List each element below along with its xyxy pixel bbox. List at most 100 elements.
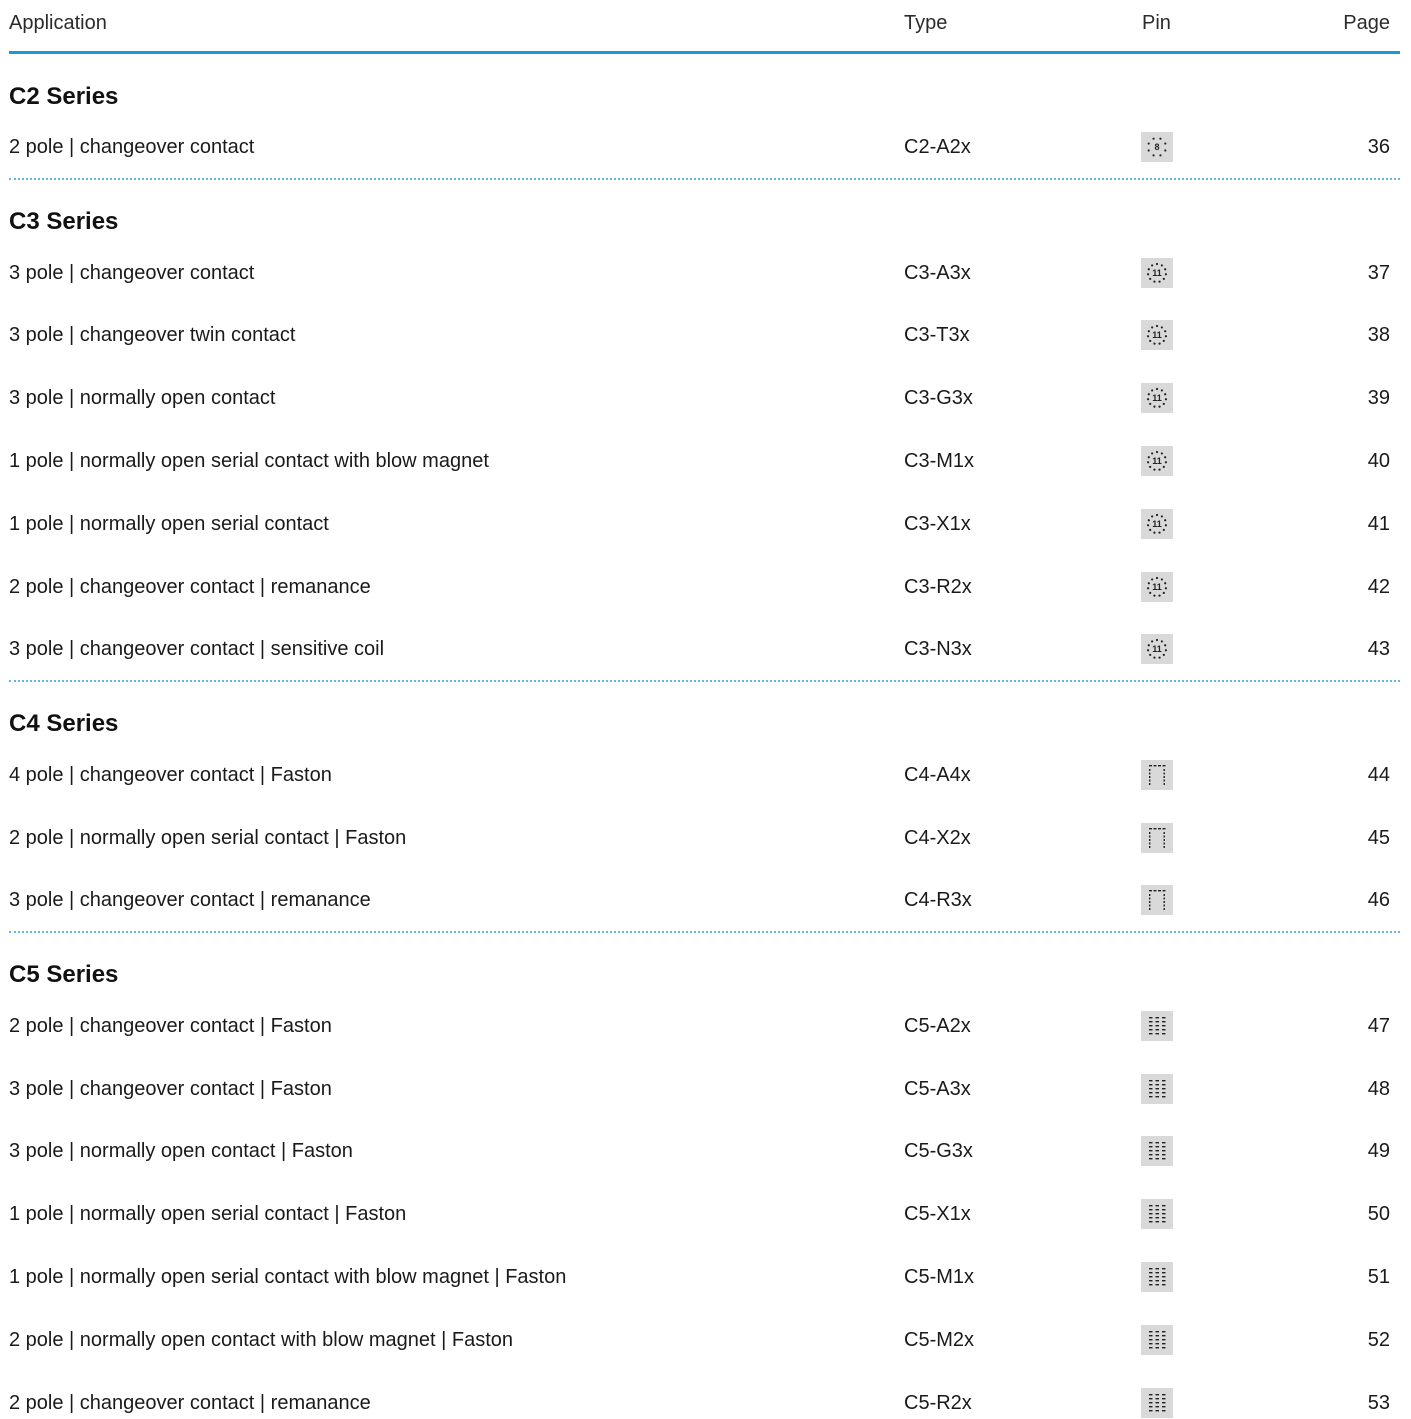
table-row[interactable]: 3 pole | normally open contact | Faston …	[9, 1136, 1400, 1167]
page-cell[interactable]: 43	[1368, 638, 1390, 661]
type-cell: C3-N3x	[904, 638, 972, 660]
section-divider	[9, 178, 1400, 180]
type-cell: C4-R3x	[904, 889, 972, 911]
application-cell: 2 pole | changeover contact	[9, 136, 255, 158]
svg-text:11: 11	[1152, 330, 1162, 340]
table-row[interactable]: 1 pole | normally open serial contact wi…	[9, 446, 1400, 477]
svg-text:8: 8	[1154, 142, 1159, 152]
application-cell: 3 pole | changeover contact | remanance	[9, 889, 371, 911]
table-row[interactable]: 3 pole | changeover contact C3-A3x 11 37	[9, 258, 1400, 289]
type-cell: C5-A2x	[904, 1015, 971, 1037]
pin-grid-c4-icon	[1141, 760, 1173, 790]
table-header: Application Type Pin Page	[9, 0, 1400, 54]
table-row[interactable]: 3 pole | changeover twin contact C3-T3x …	[9, 320, 1400, 351]
type-cell: C4-A4x	[904, 764, 971, 786]
application-cell: 1 pole | normally open serial contact wi…	[9, 1266, 567, 1288]
application-cell: 2 pole | normally open contact with blow…	[9, 1329, 513, 1351]
pin-11-round-icon: 11	[1141, 320, 1173, 350]
application-cell: 4 pole | changeover contact | Faston	[9, 764, 332, 786]
pin-grid-c5-icon	[1141, 1325, 1173, 1355]
type-cell: C4-X2x	[904, 827, 971, 849]
table-row[interactable]: 1 pole | normally open serial contact | …	[9, 1199, 1400, 1230]
page-cell[interactable]: 47	[1368, 1015, 1390, 1038]
page-cell[interactable]: 39	[1368, 387, 1390, 410]
type-cell: C5-G3x	[904, 1140, 973, 1162]
table-row[interactable]: 3 pole | changeover contact | Faston C5-…	[9, 1074, 1400, 1105]
svg-text:11: 11	[1152, 582, 1162, 592]
svg-text:11: 11	[1152, 268, 1162, 278]
table-row[interactable]: 2 pole | normally open contact with blow…	[9, 1325, 1400, 1356]
table-row[interactable]: 2 pole | changeover contact | Faston C5-…	[9, 1011, 1400, 1042]
application-cell: 1 pole | normally open serial contact	[9, 513, 329, 535]
page-cell[interactable]: 52	[1368, 1329, 1390, 1352]
pin-grid-c5-icon	[1141, 1388, 1173, 1418]
pin-grid-c4-icon	[1141, 885, 1173, 915]
header-application: Application	[9, 12, 107, 34]
pin-grid-c4-icon	[1141, 823, 1173, 853]
type-cell: C3-X1x	[904, 513, 971, 535]
pin-grid-c5-icon	[1141, 1136, 1173, 1166]
page-cell[interactable]: 41	[1368, 513, 1390, 536]
series-title-c4: C4 Series	[9, 710, 119, 737]
table-row[interactable]: 3 pole | changeover contact | sensitive …	[9, 634, 1400, 665]
application-cell: 2 pole | changeover contact | Faston	[9, 1015, 332, 1037]
page-cell[interactable]: 40	[1368, 450, 1390, 473]
page-cell[interactable]: 45	[1368, 827, 1390, 850]
series-title-c3: C3 Series	[9, 208, 119, 235]
page-cell[interactable]: 38	[1368, 324, 1390, 347]
application-cell: 1 pole | normally open serial contact wi…	[9, 450, 489, 472]
table-row[interactable]: 3 pole | changeover contact | remanance …	[9, 885, 1400, 916]
pin-grid-c5-icon	[1141, 1199, 1173, 1229]
page-cell[interactable]: 48	[1368, 1078, 1390, 1101]
table-row[interactable]: 2 pole | changeover contact C2-A2x 8 36	[9, 132, 1400, 163]
table-row[interactable]: 4 pole | changeover contact | Faston C4-…	[9, 760, 1400, 791]
page-cell[interactable]: 51	[1368, 1266, 1390, 1289]
table-row[interactable]: 3 pole | normally open contact C3-G3x 11…	[9, 383, 1400, 414]
application-cell: 3 pole | changeover contact	[9, 262, 255, 284]
page-cell[interactable]: 53	[1368, 1392, 1390, 1415]
type-cell: C3-R2x	[904, 576, 972, 598]
table-row[interactable]: 2 pole | normally open serial contact | …	[9, 823, 1400, 854]
page-cell[interactable]: 36	[1368, 136, 1390, 159]
type-cell: C2-A2x	[904, 136, 971, 158]
section-divider	[9, 680, 1400, 682]
application-cell: 3 pole | changeover twin contact	[9, 324, 296, 346]
pin-11-round-icon: 11	[1141, 572, 1173, 602]
pin-11-round-icon: 11	[1141, 509, 1173, 539]
application-cell: 3 pole | changeover contact | Faston	[9, 1078, 332, 1100]
pin-grid-c5-icon	[1141, 1074, 1173, 1104]
svg-text:11: 11	[1152, 393, 1162, 403]
table-row[interactable]: 2 pole | changeover contact | remanance …	[9, 1388, 1400, 1419]
application-cell: 3 pole | normally open contact	[9, 387, 276, 409]
page-cell[interactable]: 50	[1368, 1203, 1390, 1226]
application-cell: 1 pole | normally open serial contact | …	[9, 1203, 407, 1225]
pin-11-round-icon: 11	[1141, 258, 1173, 288]
svg-text:11: 11	[1152, 519, 1162, 529]
section-divider	[9, 931, 1400, 933]
type-cell: C3-M1x	[904, 450, 975, 472]
type-cell: C5-A3x	[904, 1078, 971, 1100]
type-cell: C3-G3x	[904, 387, 973, 409]
pin-11-round-icon: 11	[1141, 383, 1173, 413]
type-cell: C5-X1x	[904, 1203, 971, 1225]
page-cell[interactable]: 46	[1368, 889, 1390, 912]
pin-8-round-icon: 8	[1141, 132, 1173, 162]
table-row[interactable]: 1 pole | normally open serial contact C3…	[9, 509, 1400, 540]
application-cell: 3 pole | normally open contact | Faston	[9, 1140, 353, 1162]
type-cell: C5-M2x	[904, 1329, 975, 1351]
pin-grid-c5-icon	[1141, 1011, 1173, 1041]
table-row[interactable]: 1 pole | normally open serial contact wi…	[9, 1262, 1400, 1293]
type-cell: C3-T3x	[904, 324, 970, 346]
application-cell: 3 pole | changeover contact | sensitive …	[9, 638, 385, 660]
page-cell[interactable]: 42	[1368, 576, 1390, 599]
pin-grid-c5-icon	[1141, 1262, 1173, 1292]
application-cell: 2 pole | changeover contact | remanance	[9, 1392, 371, 1414]
page-cell[interactable]: 49	[1368, 1140, 1390, 1163]
header-type: Type	[904, 12, 948, 34]
page-cell[interactable]: 44	[1368, 764, 1390, 787]
header-pin: Pin	[1142, 12, 1171, 34]
series-title-c5: C5 Series	[9, 961, 119, 988]
page-cell[interactable]: 37	[1368, 262, 1390, 285]
application-cell: 2 pole | normally open serial contact | …	[9, 827, 407, 849]
table-row[interactable]: 2 pole | changeover contact | remanance …	[9, 572, 1400, 603]
